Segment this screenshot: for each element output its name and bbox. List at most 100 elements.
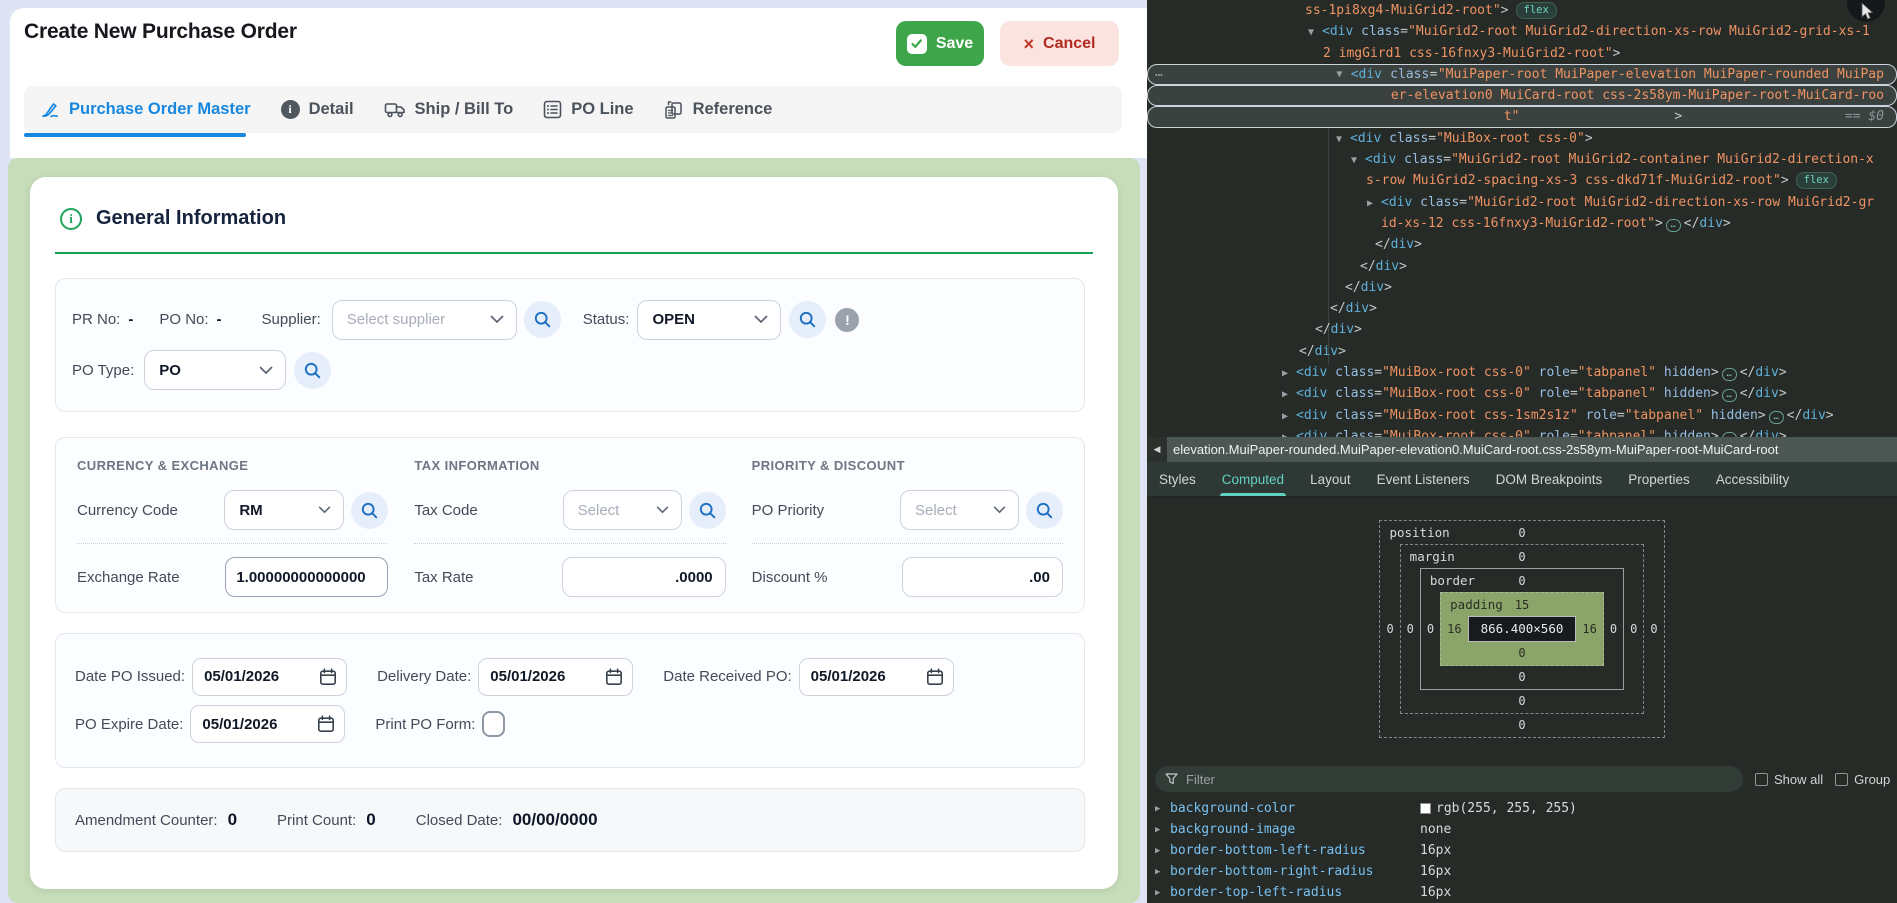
discount-input[interactable]: .00 [902,557,1063,597]
tab-event-listeners[interactable]: Event Listeners [1377,462,1470,496]
show-all-toggle[interactable]: Show all [1755,772,1823,787]
general-information-card: i General Information PR No: - PO No: - … [30,177,1118,889]
signature-icon [40,100,60,120]
po-expire-date-input[interactable]: 05/01/2026 [190,705,345,743]
expand-arrow-icon[interactable]: ▶ [1155,888,1170,898]
dom-tree-row[interactable]: </div> [1147,234,1897,255]
closed-date-value: 00/00/0000 [512,810,597,830]
dom-tree-row[interactable]: ▼<div class="MuiGrid2-root MuiGrid2-cont… [1147,149,1897,170]
currency-search-button[interactable] [351,492,388,529]
status-select[interactable]: OPEN [637,300,781,340]
dom-tree-row[interactable]: </div> [1147,277,1897,298]
dom-tree-row[interactable]: 2 imgGird1 css-16fnxy3-MuiGrid2-root"> [1147,43,1897,64]
dom-tree-row[interactable]: ⋯▼<div class="MuiPaper-root MuiPaper-ele… [1147,64,1897,85]
exchange-rate-label: Exchange Rate [77,569,180,586]
dom-tree-row[interactable]: t"> == $0 [1147,106,1897,127]
dom-tree-row[interactable]: ▼<div class="MuiBox-root css-0"> [1147,128,1897,149]
tab-properties[interactable]: Properties [1628,462,1690,496]
breadcrumb-collapse-icon[interactable]: ◀ [1147,437,1167,462]
box-model-diagram[interactable]: position0 0 margin0 0 border0 0 [1379,520,1664,738]
group-toggle[interactable]: Group [1835,772,1890,787]
save-button[interactable]: Save [896,21,984,66]
supplier-placeholder: Select supplier [347,311,445,328]
dom-tree-row[interactable]: ▶<div class="MuiBox-root css-0" role="ta… [1147,362,1897,383]
dom-tree-row[interactable]: </div> [1147,298,1897,319]
dom-tree-row[interactable]: ▶<div class="MuiBox-root css-0" role="ta… [1147,383,1897,404]
dom-tree-row[interactable]: </div> [1147,319,1897,340]
computed-property-row[interactable]: ▶border-top-left-radius16px [1147,882,1897,903]
search-icon [533,310,552,329]
amendment-counter-value: 0 [228,810,237,830]
status-search-button[interactable] [789,301,826,338]
filter-placeholder: Filter [1186,772,1215,787]
dom-tree-row[interactable]: er-elevation0 MuiCard-root css-2s58ym-Mu… [1147,85,1897,106]
po-type-select[interactable]: PO [144,350,286,390]
po-type-search-button[interactable] [294,352,331,389]
cancel-button[interactable]: × Cancel [1000,21,1119,66]
flex-badge[interactable]: flex [1796,172,1837,189]
supplier-search-button[interactable] [524,301,561,338]
date-po-issued-input[interactable]: 05/01/2026 [192,658,347,696]
dom-tree-row[interactable]: s-row MuiGrid2-spacing-xs-3 css-dkd71f-M… [1147,170,1897,191]
search-icon [303,361,322,380]
expand-arrow-icon[interactable]: ▶ [1155,846,1170,856]
po-priority-search-button[interactable] [1026,492,1063,529]
computed-property-row[interactable]: ▶background-imagenone [1147,819,1897,840]
tab-styles[interactable]: Styles [1159,462,1196,496]
print-po-form-checkbox[interactable] [482,711,505,737]
dom-tree-row[interactable]: ▶<div class="MuiBox-root css-1sm2s1z" ro… [1147,405,1897,426]
show-all-checkbox[interactable] [1755,773,1768,786]
expand-ellipsis-icon[interactable]: … [1722,389,1737,402]
filter-input[interactable]: Filter [1155,766,1743,792]
search-icon [798,310,817,329]
supplier-select[interactable]: Select supplier [332,300,517,340]
tab-dom-breakpoints[interactable]: DOM Breakpoints [1496,462,1603,496]
dom-tree-row[interactable]: ▶<div class="MuiGrid2-root MuiGrid2-dire… [1147,192,1897,213]
dom-tree-row[interactable]: ss-1pi8xg4-MuiGrid2-root">flex [1147,0,1897,21]
info-icon: i [281,100,300,119]
tab-detail[interactable]: i Detail [281,100,354,119]
dom-tree-row[interactable]: id-xs-12 css-16fnxy3-MuiGrid2-root">…</d… [1147,213,1897,234]
expand-arrow-icon[interactable]: ▶ [1155,825,1170,835]
expand-ellipsis-icon[interactable]: … [1722,368,1737,381]
computed-property-row[interactable]: ▶border-bottom-right-radius16px [1147,861,1897,882]
tab-computed[interactable]: Computed [1222,462,1284,496]
tab-reference[interactable]: Reference [664,100,773,120]
color-swatch[interactable] [1420,803,1431,814]
computed-property-row[interactable]: ▶background-colorrgb(255, 255, 255) [1147,798,1897,819]
discount-label: Discount % [752,569,828,586]
tab-ship-bill-to[interactable]: Ship / Bill To [384,100,514,119]
form-tabs: Purchase Order Master i Detail Ship / Bi… [24,86,1122,133]
expand-ellipsis-icon[interactable]: … [1769,411,1784,424]
tax-code-select[interactable]: Select [563,490,682,530]
expand-arrow-icon[interactable]: ▶ [1155,804,1170,814]
dom-tree-row[interactable]: ▶<div class="MuiBox-root css-0" role="ta… [1147,426,1897,437]
box-model-border: border0 0 padding15 16 866.400×560 [1420,568,1624,690]
selected-element-breadcrumb[interactable]: ◀ elevation.MuiPaper-rounded.MuiPaper-el… [1147,437,1897,462]
expand-ellipsis-icon[interactable]: … [1666,219,1681,232]
date-received-po-input[interactable]: 05/01/2026 [799,658,954,696]
computed-property-row[interactable]: ▶border-bottom-left-radius16px [1147,840,1897,861]
dom-tree-row[interactable]: ▼<div class="MuiGrid2-root MuiGrid2-dire… [1147,21,1897,42]
property-name: background-image [1170,822,1420,837]
tab-po-line[interactable]: PO Line [543,100,633,119]
tab-label: Purchase Order Master [69,100,251,119]
dom-tree-row[interactable]: </div> [1147,341,1897,362]
tab-purchase-order-master[interactable]: Purchase Order Master [40,100,251,120]
po-priority-select[interactable]: Select [900,490,1019,530]
reference-copy-icon [664,100,684,120]
currency-code-select[interactable]: RM [224,490,344,530]
delivery-date-input[interactable]: 05/01/2026 [478,658,633,696]
tax-code-search-button[interactable] [689,492,726,529]
tab-layout[interactable]: Layout [1310,462,1351,496]
exchange-rate-input[interactable]: 1.00000000000000 [225,557,388,597]
expand-arrow-icon[interactable]: ▶ [1155,867,1170,877]
chevron-down-icon [259,366,273,375]
more-actions-icon[interactable]: ⋯ [1155,65,1163,86]
dom-tree-row[interactable]: </div> [1147,256,1897,277]
tab-accessibility[interactable]: Accessibility [1716,462,1790,496]
flex-badge[interactable]: flex [1516,2,1557,19]
group-checkbox[interactable] [1835,773,1848,786]
tax-rate-input[interactable]: .0000 [562,557,726,597]
property-name: background-color [1170,801,1420,816]
